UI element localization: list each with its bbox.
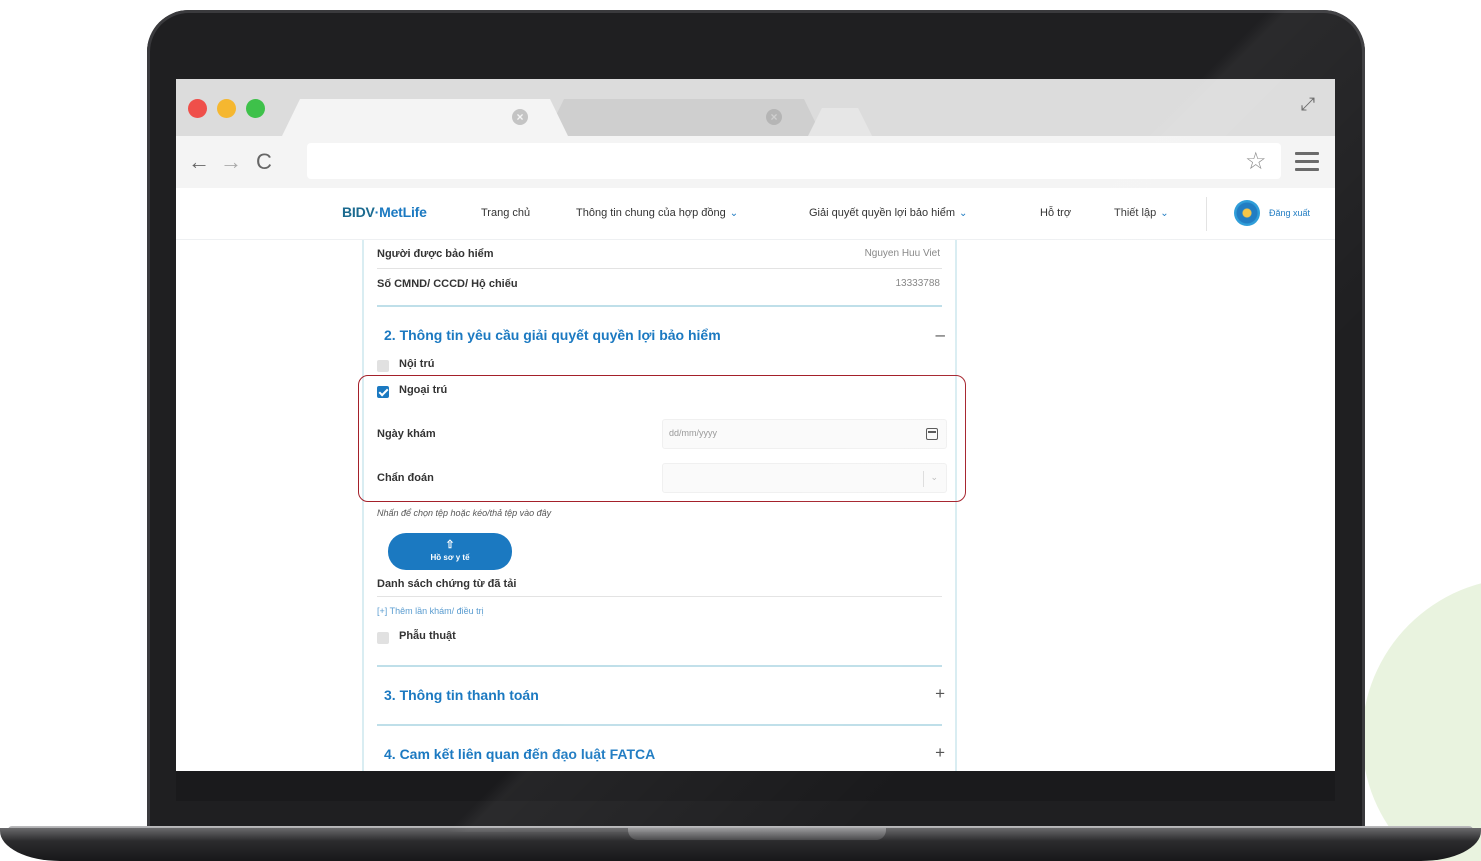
bookmark-star-icon[interactable]: ☆ bbox=[1245, 149, 1267, 175]
surgery-label: Phẫu thuật bbox=[399, 630, 456, 642]
nav-support[interactable]: Hỗ trợ bbox=[1040, 207, 1071, 219]
fullscreen-icon[interactable]: ⤢ bbox=[1297, 93, 1319, 115]
section-divider bbox=[377, 665, 942, 667]
bidv-metlife-logo[interactable]: BIDV·MetLife bbox=[342, 204, 427, 220]
id-number-value: 13333788 bbox=[895, 278, 941, 289]
upload-icon: ⇧ bbox=[445, 539, 455, 551]
screen: × × ⤢ ← → C ☆ BIDV·MetLife Trang chủ Thô… bbox=[176, 79, 1335, 771]
expand-icon[interactable]: + bbox=[935, 684, 945, 704]
nav-divider bbox=[1206, 197, 1207, 231]
window-close-button[interactable] bbox=[188, 99, 207, 118]
add-visit-link[interactable]: [+] Thêm lần khám/ điều trị bbox=[377, 606, 484, 616]
surgery-checkbox[interactable] bbox=[377, 632, 389, 644]
chevron-down-icon: ⌄ bbox=[729, 208, 739, 219]
inpatient-label: Nội trú bbox=[399, 358, 435, 370]
claim-form-panel: Người được bảo hiểm Nguyen Huu Viet Số C… bbox=[362, 240, 957, 771]
window-minimize-button[interactable] bbox=[217, 99, 236, 118]
avatar[interactable] bbox=[1234, 200, 1260, 226]
nav-home[interactable]: Trang chủ bbox=[481, 207, 530, 219]
section-divider bbox=[377, 724, 942, 726]
nav-claims[interactable]: Giải quyết quyền lợi bảo hiểm ⌄ bbox=[809, 207, 967, 219]
inpatient-checkbox[interactable] bbox=[377, 360, 389, 372]
upload-button-label: Hồ sơ y tế bbox=[430, 553, 470, 562]
uploaded-documents-label: Danh sách chứng từ đã tải bbox=[377, 578, 517, 590]
address-bar[interactable] bbox=[307, 143, 1281, 179]
decorative-circle bbox=[1362, 578, 1481, 861]
hamburger-menu-icon[interactable] bbox=[1295, 152, 1319, 172]
collapse-icon[interactable]: – bbox=[936, 325, 945, 345]
browser-toolbar: ← → C ☆ bbox=[176, 136, 1335, 188]
nav-contract-info[interactable]: Thông tin chung của hợp đồng ⌄ bbox=[576, 207, 738, 219]
browser-tab-bar: × × ⤢ bbox=[176, 79, 1335, 136]
divider bbox=[377, 268, 942, 269]
section-divider bbox=[377, 305, 942, 307]
expand-icon[interactable]: + bbox=[935, 743, 945, 763]
browser-tab-2[interactable]: × bbox=[546, 99, 822, 136]
section-2-title[interactable]: 2. Thông tin yêu cầu giải quyết quyền lợ… bbox=[384, 327, 721, 343]
logout-link[interactable]: Đăng xuất bbox=[1269, 208, 1310, 218]
chevron-down-icon: ⌄ bbox=[959, 208, 968, 219]
tab-close-icon[interactable]: × bbox=[766, 109, 782, 125]
reload-icon[interactable]: C bbox=[251, 148, 277, 176]
section-4-title[interactable]: 4. Cam kết liên quan đến đạo luật FATCA bbox=[384, 746, 655, 762]
stage: × × ⤢ ← → C ☆ BIDV·MetLife Trang chủ Thô… bbox=[0, 0, 1481, 861]
chevron-down-icon: ⌄ bbox=[1160, 208, 1169, 219]
laptop-notch bbox=[628, 828, 886, 840]
nav-settings[interactable]: Thiết lập ⌄ bbox=[1114, 207, 1169, 219]
window-maximize-button[interactable] bbox=[246, 99, 265, 118]
laptop-bezel-bottom bbox=[176, 771, 1335, 801]
upload-hint: Nhấn để chọn tệp hoặc kéo/thả tệp vào đâ… bbox=[377, 508, 552, 518]
forward-arrow-icon[interactable]: → bbox=[218, 148, 244, 176]
tab-close-icon[interactable]: × bbox=[512, 109, 528, 125]
browser-tab-1[interactable]: × bbox=[282, 99, 568, 136]
medical-records-upload-button[interactable]: ⇧ Hồ sơ y tế bbox=[388, 533, 512, 570]
divider bbox=[377, 596, 942, 597]
site-navigation: BIDV·MetLife Trang chủ Thông tin chung c… bbox=[176, 188, 1335, 240]
insured-name-label: Người được bảo hiểm bbox=[377, 248, 494, 260]
insured-name-value: Nguyen Huu Viet bbox=[864, 248, 940, 259]
id-number-label: Số CMND/ CCCD/ Hộ chiếu bbox=[377, 278, 518, 290]
section-3-title[interactable]: 3. Thông tin thanh toán bbox=[384, 687, 539, 703]
new-tab-button[interactable] bbox=[808, 108, 872, 136]
back-arrow-icon[interactable]: ← bbox=[186, 148, 212, 176]
highlight-frame bbox=[358, 375, 966, 502]
